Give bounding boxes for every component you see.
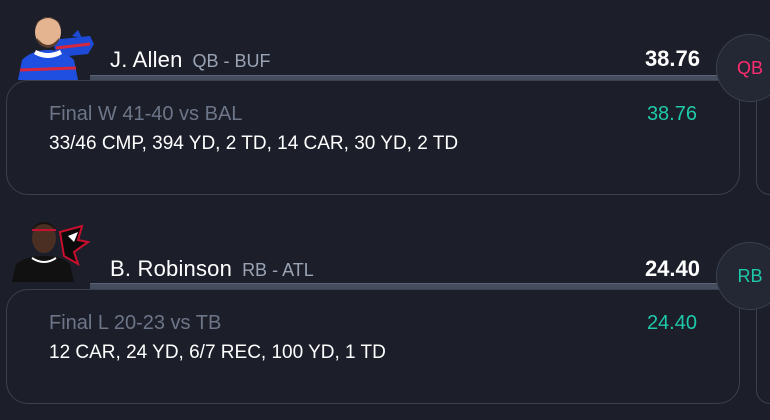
player-row-allen[interactable]: J. Allen QB - BUF 38.76 Final W 41-40 vs… [0, 0, 770, 210]
player-avatar [12, 10, 96, 80]
game-result: Final W 41-40 vs BAL [49, 103, 243, 125]
player-name[interactable]: B. Robinson [110, 256, 232, 282]
player-name-row: B. Robinson RB - ATL [110, 256, 314, 282]
game-result: Final L 20-23 vs TB [49, 312, 222, 334]
player-position-team: QB - BUF [192, 51, 271, 71]
game-statline: 12 CAR, 24 YD, 6/7 REC, 100 YD, 1 TD [49, 342, 386, 363]
game-summary-card[interactable]: Final L 20-23 vs TB 24.40 12 CAR, 24 YD,… [6, 289, 740, 404]
game-statline: 33/46 CMP, 394 YD, 2 TD, 14 CAR, 30 YD, … [49, 133, 459, 154]
game-points: 24.40 [646, 312, 697, 334]
player-position-team: RB - ATL [242, 260, 314, 280]
headshot-icon [18, 17, 94, 80]
game-summary-card[interactable]: Final W 41-40 vs BAL 38.76 33/46 CMP, 39… [6, 80, 740, 195]
player-row-robinson[interactable]: B. Robinson RB - ATL 24.40 Final L 20-23… [0, 200, 770, 410]
player-name[interactable]: J. Allen [110, 47, 183, 73]
player-total-points: 24.40 [644, 256, 700, 281]
headshot-icon [12, 222, 91, 282]
game-points: 38.76 [646, 103, 697, 125]
player-total-points: 38.76 [644, 46, 700, 71]
falcons-logo-icon [58, 224, 91, 267]
player-name-row: J. Allen QB - BUF [110, 47, 271, 73]
player-avatar [8, 212, 92, 282]
